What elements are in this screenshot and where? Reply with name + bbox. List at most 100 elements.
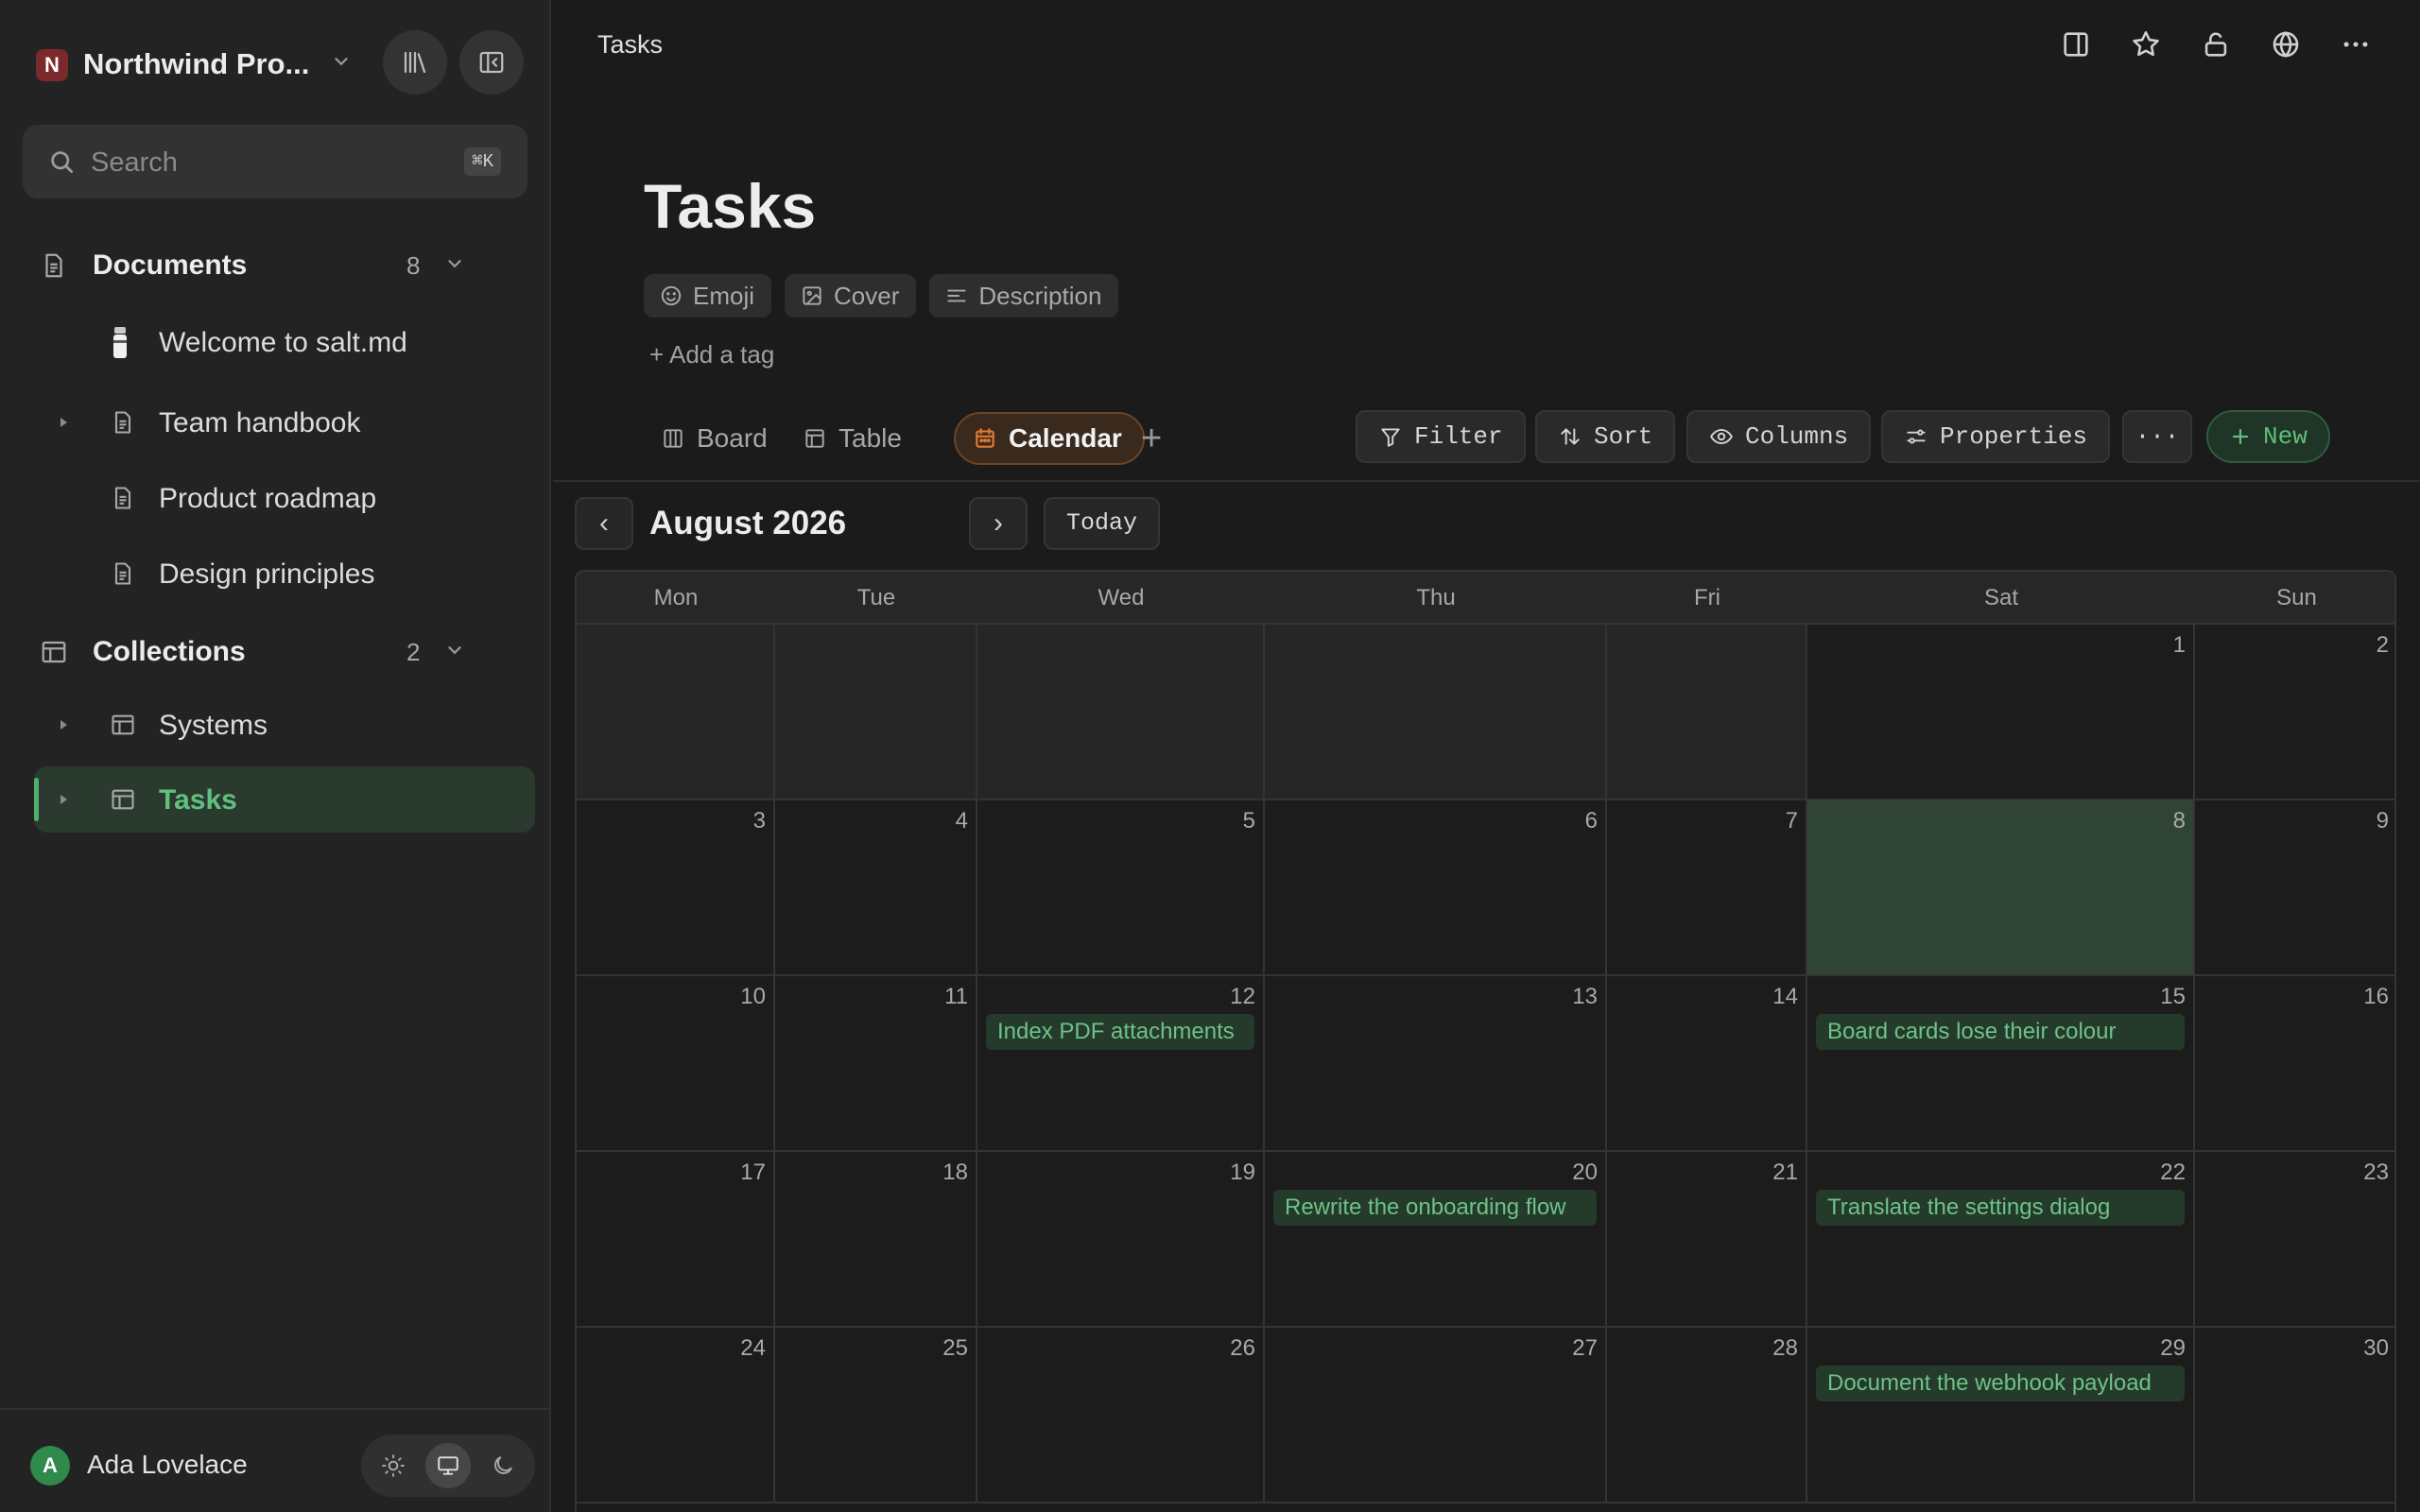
user-name[interactable]: Ada Lovelace — [87, 1450, 248, 1480]
system-theme-button[interactable] — [425, 1443, 471, 1488]
add-cover-button[interactable]: Cover — [785, 274, 917, 318]
workspace-switcher[interactable]: N Northwind Pro... — [36, 38, 527, 87]
weekday-label: Tue — [856, 585, 896, 610]
add-description-button[interactable]: Description — [929, 274, 1119, 318]
calendar-day-cell[interactable]: 4 — [775, 800, 977, 976]
sidebar-item-product-roadmap[interactable]: Product roadmap — [34, 465, 535, 531]
weekday-label: Sat — [1983, 585, 2019, 610]
calendar-day-cell[interactable]: 17 — [577, 1152, 775, 1328]
calendar-event[interactable]: Board cards lose their colour — [1816, 1014, 2185, 1050]
breadcrumb[interactable]: Tasks — [597, 30, 663, 60]
add-emoji-button[interactable]: Emoji — [644, 274, 772, 318]
today-button[interactable]: Today — [1044, 497, 1160, 550]
globe-icon — [2270, 28, 2302, 60]
add-view-button[interactable]: + — [1141, 418, 1162, 459]
day-number: 26 — [1230, 1335, 1255, 1361]
collapse-sidebar-button[interactable] — [459, 30, 524, 94]
lock-button[interactable] — [2193, 25, 2238, 64]
calendar-event[interactable]: Document the webhook payload — [1816, 1366, 2185, 1401]
light-theme-button[interactable] — [371, 1443, 416, 1488]
calendar-day-cell[interactable]: 7 — [1607, 800, 1807, 976]
documents-section-header[interactable]: Documents 8 — [36, 236, 527, 293]
calendar-day-cell[interactable]: 13 — [1265, 976, 1607, 1152]
calendar-day-cell[interactable]: 12 Index PDF attachments — [977, 976, 1265, 1152]
more-view-options-button[interactable]: ··· — [2122, 410, 2192, 463]
library-button[interactable] — [383, 30, 447, 94]
calendar-day-cell[interactable]: 24 — [577, 1328, 775, 1503]
cover-label: Cover — [834, 281, 900, 310]
calendar-day-cell[interactable]: 28 — [1607, 1328, 1807, 1503]
favorite-button[interactable] — [2123, 25, 2169, 64]
calendar-day-cell[interactable]: 22 Translate the settings dialog — [1807, 1152, 2195, 1328]
tab-board[interactable]: Board — [644, 412, 788, 465]
calendar-day-cell[interactable]: 27 — [1265, 1328, 1607, 1503]
previous-month-button[interactable]: ‹ — [575, 497, 633, 550]
moon-icon — [491, 1453, 515, 1478]
search-input[interactable]: Search ⌘K — [23, 125, 527, 198]
calendar-day-cell[interactable]: 1 — [1807, 625, 2195, 800]
dark-theme-button[interactable] — [480, 1443, 526, 1488]
theme-switcher — [361, 1435, 535, 1497]
day-number: 29 — [2160, 1335, 2186, 1361]
calendar-day-cell[interactable]: 14 — [1607, 976, 1807, 1152]
chevron-down-icon — [444, 253, 465, 274]
calendar-event[interactable]: Rewrite the onboarding flow — [1273, 1190, 1597, 1226]
day-number: 6 — [1584, 808, 1598, 833]
publish-button[interactable] — [2263, 25, 2308, 64]
calendar-day-empty — [775, 625, 977, 800]
collections-section-header[interactable]: Collections 2 — [36, 623, 527, 679]
calendar-day-cell[interactable]: 8 — [1807, 800, 2195, 976]
calendar-day-cell[interactable]: 16 — [2195, 976, 2394, 1152]
sidebar-item-tasks[interactable]: Tasks — [34, 766, 535, 833]
sidebar-item-label: Product roadmap — [159, 483, 377, 514]
page-title[interactable]: Tasks — [644, 170, 816, 242]
calendar-day-cell[interactable]: 9 — [2195, 800, 2394, 976]
active-indicator — [34, 778, 39, 821]
toggle-panel-button[interactable] — [2053, 25, 2099, 64]
calendar-grid: Mon Tue Wed Thu Fri Sat Sun 1 2 3 4 5 6 7 8 9 10 11 12 Ind… — [575, 570, 2396, 1512]
sort-button[interactable]: Sort — [1535, 410, 1676, 463]
calendar-day-cell[interactable]: 21 — [1607, 1152, 1807, 1328]
expand-caret-icon[interactable] — [60, 418, 67, 427]
columns-button[interactable]: Columns — [1686, 410, 1872, 463]
tab-calendar[interactable]: Calendar — [954, 412, 1145, 465]
panel-icon — [2060, 28, 2092, 60]
calendar-day-cell[interactable]: 19 — [977, 1152, 1265, 1328]
expand-caret-icon[interactable] — [60, 795, 67, 804]
calendar-day-cell[interactable]: 29 Document the webhook payload — [1807, 1328, 2195, 1503]
new-item-button[interactable]: New — [2206, 410, 2330, 463]
documents-count: 8 — [406, 251, 421, 280]
calendar-day-cell[interactable]: 11 — [775, 976, 977, 1152]
sidebar-item-design-principles[interactable]: Design principles — [34, 541, 535, 607]
filter-button[interactable]: Filter — [1356, 410, 1526, 463]
next-month-button[interactable]: › — [969, 497, 1028, 550]
avatar[interactable]: A — [30, 1446, 70, 1486]
calendar-day-cell[interactable]: 2 — [2195, 625, 2394, 800]
add-tag-button[interactable]: + Add a tag — [649, 340, 774, 369]
calendar-day-cell[interactable]: 15 Board cards lose their colour — [1807, 976, 2195, 1152]
calendar-day-cell[interactable]: 5 — [977, 800, 1265, 976]
page-meta-actions: Emoji Cover Description — [644, 274, 1119, 318]
sliders-icon — [1904, 424, 1928, 449]
sidebar-item-welcome[interactable]: Welcome to salt.md — [34, 309, 535, 375]
calendar-day-cell[interactable]: 23 — [2195, 1152, 2394, 1328]
more-options-button[interactable] — [2333, 25, 2378, 64]
expand-caret-icon[interactable] — [60, 720, 67, 730]
calendar-event[interactable]: Index PDF attachments — [986, 1014, 1254, 1050]
calendar-day-cell[interactable]: 30 — [2195, 1328, 2394, 1503]
tab-table[interactable]: Table — [786, 412, 923, 465]
calendar-day-cell[interactable]: 26 — [977, 1328, 1265, 1503]
calendar-day-cell[interactable]: 20 Rewrite the onboarding flow — [1265, 1152, 1607, 1328]
sidebar-item-systems[interactable]: Systems — [34, 692, 535, 758]
day-number: 27 — [1572, 1335, 1598, 1361]
smiley-icon — [659, 284, 683, 308]
calendar-day-cell[interactable]: 25 — [775, 1328, 977, 1503]
sidebar-item-team-handbook[interactable]: Team handbook — [34, 389, 535, 455]
day-number: 12 — [1230, 984, 1255, 1009]
properties-button[interactable]: Properties — [1881, 410, 2111, 463]
calendar-day-cell[interactable]: 10 — [577, 976, 775, 1152]
calendar-day-cell[interactable]: 18 — [775, 1152, 977, 1328]
calendar-day-cell[interactable]: 3 — [577, 800, 775, 976]
calendar-day-cell[interactable]: 6 — [1265, 800, 1607, 976]
calendar-event[interactable]: Translate the settings dialog — [1816, 1190, 2185, 1226]
